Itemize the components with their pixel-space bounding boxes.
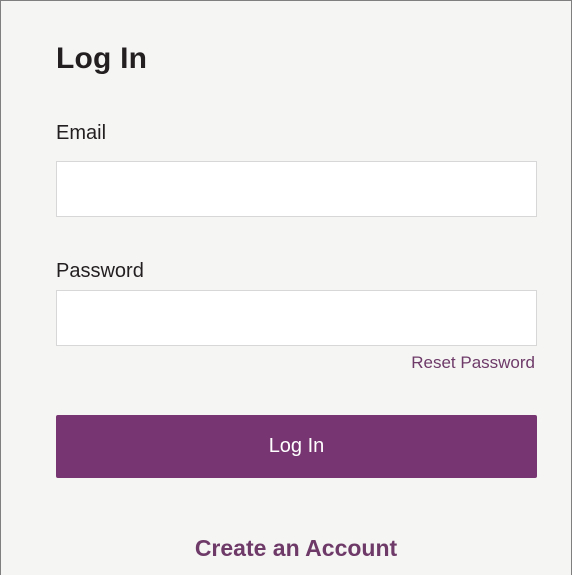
email-field[interactable] <box>56 161 537 217</box>
login-button[interactable]: Log In <box>56 415 537 478</box>
page-title: Log In <box>56 42 148 75</box>
reset-password-link[interactable]: Reset Password <box>411 352 535 374</box>
login-panel: Log In Email Password Reset Password Log… <box>0 0 572 575</box>
password-field[interactable] <box>56 290 537 346</box>
password-label: Password <box>56 260 144 282</box>
create-account-link[interactable]: Create an Account <box>1 534 581 562</box>
email-label: Email <box>56 122 107 144</box>
